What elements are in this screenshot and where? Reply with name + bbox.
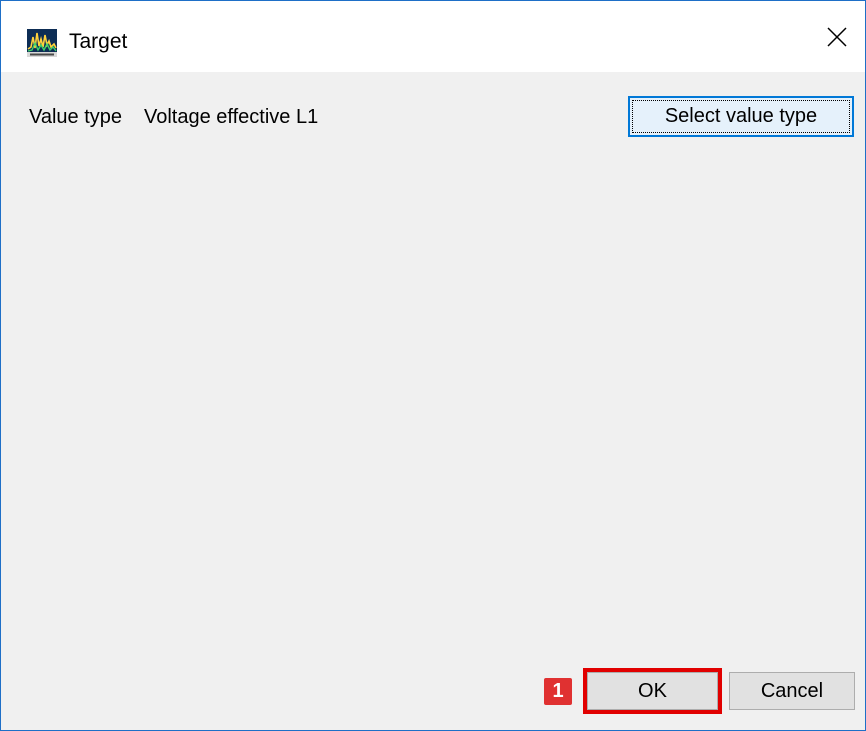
dialog-content: Value type Voltage effective L1 Select v… <box>1 72 865 730</box>
select-value-type-button[interactable]: Select value type <box>628 96 854 137</box>
app-icon <box>27 29 57 57</box>
close-icon <box>827 26 847 47</box>
close-button[interactable] <box>809 1 865 72</box>
cancel-button-label: Cancel <box>760 679 824 702</box>
ok-button[interactable]: OK <box>587 672 718 710</box>
dialog-window: Target Value type Voltage effective L1 S… <box>0 0 866 731</box>
step-badge: 1 <box>544 678 572 705</box>
value-type-value: Voltage effective L1 <box>144 106 319 128</box>
value-type-label: Value type <box>29 106 123 128</box>
window-title: Target <box>69 30 128 53</box>
title-bar[interactable]: Target <box>1 1 865 72</box>
cancel-button[interactable]: Cancel <box>729 672 855 710</box>
ok-button-label: OK <box>638 679 667 702</box>
select-value-type-label: Select value type <box>664 105 818 127</box>
